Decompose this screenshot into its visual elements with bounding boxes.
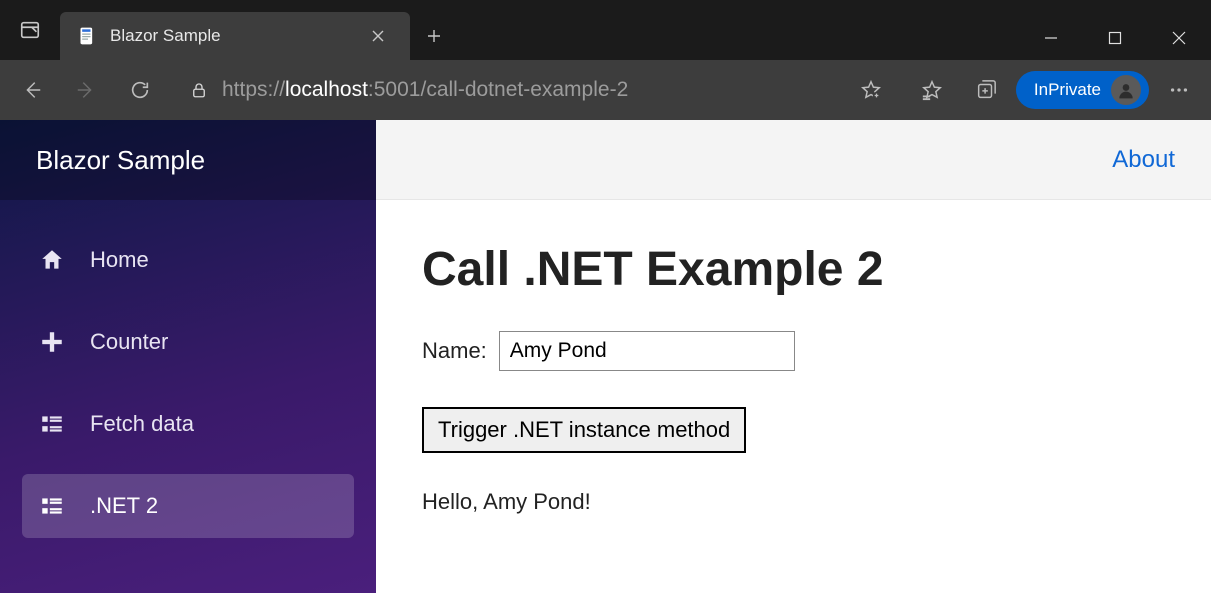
sidebar-item-net-2[interactable]: .NET 2 <box>22 474 354 538</box>
browser-toolbar: https://localhost:5001/call-dotnet-examp… <box>0 60 1211 120</box>
more-button[interactable] <box>1155 66 1203 114</box>
name-label: Name: <box>422 338 487 364</box>
about-link[interactable]: About <box>1112 146 1175 174</box>
list-icon <box>38 410 66 438</box>
url-port: :5001 <box>368 78 421 101</box>
favorites-button[interactable] <box>908 66 956 114</box>
inprivate-label: InPrivate <box>1034 80 1101 100</box>
sidebar-nav: Home Counter Fetch data .NET 2 <box>0 200 376 538</box>
window-maximize-button[interactable] <box>1083 16 1147 60</box>
url-host: localhost <box>285 78 368 101</box>
window-minimize-button[interactable] <box>1019 16 1083 60</box>
content: Call .NET Example 2 Name: Trigger .NET i… <box>376 200 1211 593</box>
address-text: https://localhost:5001/call-dotnet-examp… <box>222 78 846 102</box>
new-tab-button[interactable] <box>410 12 458 60</box>
browser-chrome: Blazor Sample https://l <box>0 0 1211 120</box>
lock-icon <box>190 81 208 99</box>
page: Blazor Sample Home Counter Fetch data <box>0 120 1211 593</box>
back-button[interactable] <box>8 66 56 114</box>
avatar-icon <box>1111 75 1141 105</box>
sidebar-item-label: .NET 2 <box>90 493 158 519</box>
sidebar-item-label: Fetch data <box>90 411 194 437</box>
url-path: /call-dotnet-example-2 <box>420 78 628 101</box>
forward-button[interactable] <box>62 66 110 114</box>
list-icon <box>38 492 66 520</box>
tab-actions-button[interactable] <box>0 0 60 60</box>
trigger-button[interactable]: Trigger .NET instance method <box>422 407 746 453</box>
url-protocol: https:// <box>222 78 285 101</box>
page-heading: Call .NET Example 2 <box>422 242 1165 297</box>
favorite-icon[interactable] <box>860 79 882 101</box>
collections-button[interactable] <box>962 66 1010 114</box>
sidebar-item-label: Counter <box>90 329 168 355</box>
name-input[interactable] <box>499 331 795 371</box>
titlebar: Blazor Sample <box>0 0 1211 60</box>
plus-icon <box>38 328 66 356</box>
sidebar-item-counter[interactable]: Counter <box>22 310 354 374</box>
inprivate-badge[interactable]: InPrivate <box>1016 71 1149 109</box>
name-form-row: Name: <box>422 331 1165 371</box>
window-close-button[interactable] <box>1147 16 1211 60</box>
tab-title: Blazor Sample <box>110 26 352 46</box>
sidebar-item-label: Home <box>90 247 149 273</box>
address-bar[interactable]: https://localhost:5001/call-dotnet-examp… <box>176 70 896 110</box>
sidebar-item-home[interactable]: Home <box>22 228 354 292</box>
window-controls <box>1019 16 1211 60</box>
home-icon <box>38 246 66 274</box>
refresh-button[interactable] <box>116 66 164 114</box>
topbar: About <box>376 120 1211 200</box>
sidebar: Blazor Sample Home Counter Fetch data <box>0 120 376 593</box>
tab-favicon <box>78 26 98 46</box>
brand-title[interactable]: Blazor Sample <box>0 120 376 200</box>
tab-close-button[interactable] <box>364 22 392 50</box>
main: About Call .NET Example 2 Name: Trigger … <box>376 120 1211 593</box>
greeting-text: Hello, Amy Pond! <box>422 489 1165 515</box>
browser-tab[interactable]: Blazor Sample <box>60 12 410 60</box>
sidebar-item-fetch-data[interactable]: Fetch data <box>22 392 354 456</box>
